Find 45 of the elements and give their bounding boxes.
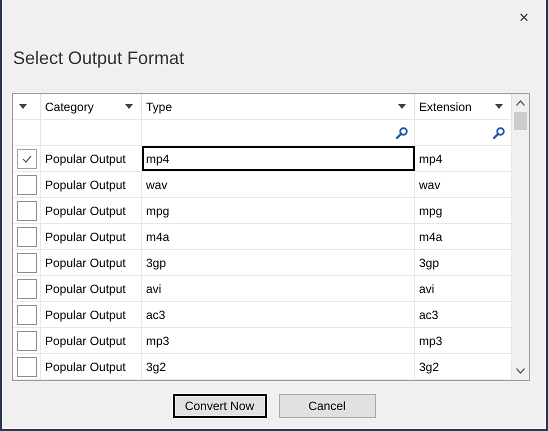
checkmark-icon (22, 154, 32, 162)
table-cell: Popular Output (41, 250, 142, 275)
table-cell: Popular Output (41, 198, 142, 223)
table-cell: Popular Output (41, 328, 142, 353)
checkbox[interactable] (16, 200, 36, 220)
close-button[interactable]: × (506, 8, 542, 28)
table-cell: Popular Output (41, 302, 142, 327)
dropdown-caret-icon[interactable] (495, 104, 503, 109)
checkbox[interactable] (16, 304, 36, 324)
column-header[interactable]: Extension (419, 100, 495, 114)
table-cell: ac3 (142, 302, 415, 327)
checkbox[interactable] (16, 226, 36, 246)
table-cell: m4a (142, 224, 415, 249)
table-cell: wav (142, 172, 415, 197)
scrollbar[interactable] (512, 94, 529, 380)
checkbox[interactable] (16, 148, 36, 168)
scroll-thumb[interactable] (514, 112, 527, 130)
checkbox[interactable] (16, 252, 36, 272)
checkbox[interactable] (16, 330, 36, 350)
table-cell: Popular Output (41, 354, 142, 379)
table-cell: mpg (142, 198, 415, 223)
table-cell: mp4 (142, 146, 415, 171)
checkbox[interactable] (16, 356, 36, 376)
table-cell: Popular Output (41, 224, 142, 249)
table-cell: avi (142, 276, 415, 301)
column-header[interactable]: Category (45, 100, 125, 114)
table-cell: mp3 (142, 328, 415, 353)
checkbox[interactable] (16, 174, 36, 194)
table-cell: Popular Output (41, 146, 142, 171)
cancel-button[interactable]: Cancel (278, 394, 376, 418)
search-icon[interactable] (493, 126, 505, 138)
checkbox[interactable] (16, 278, 36, 298)
column-header[interactable]: Type (146, 100, 398, 114)
table-cell: Popular Output (41, 276, 142, 301)
dropdown-caret-icon[interactable] (398, 104, 406, 109)
table-cell: 3g2 (142, 354, 415, 379)
dropdown-caret-icon[interactable] (18, 104, 26, 109)
search-icon[interactable] (396, 126, 408, 138)
convert-button[interactable]: Convert Now (172, 394, 266, 418)
table-cell: Popular Output (41, 172, 142, 197)
dropdown-caret-icon[interactable] (125, 104, 133, 109)
dialog-title: Select Output Format (13, 48, 186, 70)
table-cell: 3gp (142, 250, 415, 275)
scroll-up-icon[interactable] (516, 100, 525, 106)
scroll-down-icon[interactable] (516, 368, 525, 374)
